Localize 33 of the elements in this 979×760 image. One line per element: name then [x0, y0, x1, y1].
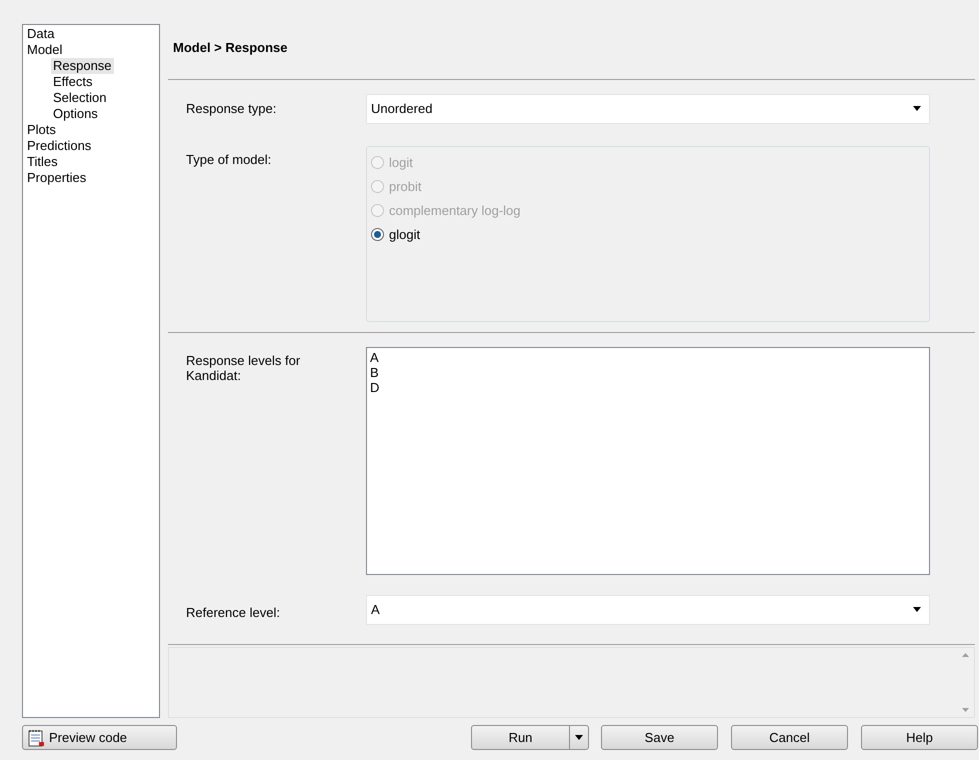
caret-icon: [575, 735, 583, 740]
field-label: Type of model:: [186, 150, 272, 169]
caret-icon: [913, 106, 921, 112]
scroll-down-icon[interactable]: [962, 708, 969, 712]
tree-item[interactable]: Properties: [27, 170, 90, 186]
cancel-button[interactable]: Cancel: [731, 725, 848, 750]
tree-item[interactable]: Plots: [27, 122, 60, 138]
tree-item[interactable]: Selection: [51, 90, 108, 106]
list-item[interactable]: D: [370, 380, 929, 395]
list-item[interactable]: A: [370, 350, 929, 365]
notepad-icon: [27, 728, 45, 746]
save-button[interactable]: Save: [601, 725, 718, 750]
tree-item[interactable]: Data: [27, 26, 58, 42]
response-type-dropdown[interactable]: Unordered: [366, 94, 930, 124]
tree-item[interactable]: Titles: [27, 154, 62, 170]
reference-level-dropdown[interactable]: A: [366, 594, 930, 625]
tree-item[interactable]: Predictions: [27, 138, 96, 154]
radio-button[interactable]: [371, 228, 384, 242]
run-button[interactable]: Run: [471, 725, 589, 750]
scroll-up-icon[interactable]: [962, 652, 969, 657]
caret-icon: [913, 607, 921, 612]
field-label: Response levels for Kandidat:: [186, 352, 302, 385]
help-button[interactable]: Help: [861, 725, 978, 750]
field-label: Response type:: [186, 100, 278, 118]
preview-code-button[interactable]: Preview code: [22, 725, 177, 750]
tree-item[interactable]: Model: [27, 42, 66, 58]
list-item[interactable]: B: [370, 364, 929, 380]
tree-item[interactable]: Effects: [51, 74, 95, 90]
tree-item[interactable]: Response: [51, 58, 114, 74]
tree-item[interactable]: Options: [51, 106, 100, 122]
page-title: Model > Response: [173, 40, 288, 55]
radio-option[interactable]: glogit: [371, 222, 420, 247]
field-label: Reference level:: [186, 604, 281, 622]
